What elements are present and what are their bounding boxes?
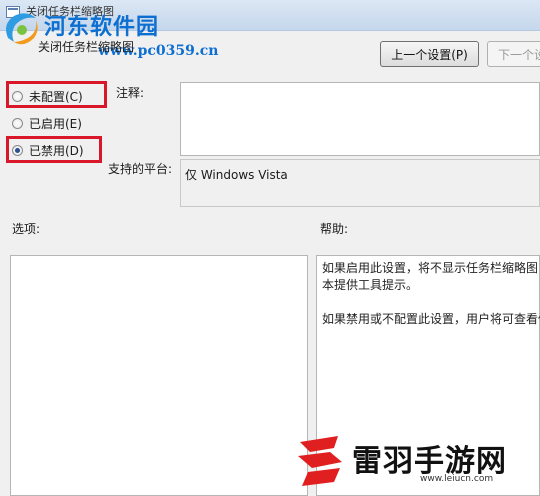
- watermark-title: 河东软件园: [44, 14, 160, 40]
- next-setting-button[interactable]: 下一个设: [487, 41, 540, 67]
- supported-platform-value: 仅 Windows Vista: [185, 168, 288, 182]
- watermark-game-logo-icon: [298, 436, 342, 486]
- previous-setting-button[interactable]: 上一个设置(P): [380, 41, 479, 67]
- enabled-label: 已启用(E): [29, 117, 82, 131]
- option-enabled[interactable]: 已启用(E): [12, 115, 82, 132]
- supported-platform-box: 仅 Windows Vista: [180, 159, 540, 207]
- comment-label: 注释:: [116, 86, 145, 100]
- options-section-label: 选项:: [12, 222, 41, 236]
- highlight-box-disabled: [6, 136, 102, 163]
- supported-platform-label: 支持的平台:: [108, 162, 173, 176]
- help-section-label: 帮助:: [320, 222, 349, 236]
- comment-textarea[interactable]: [180, 82, 540, 156]
- enabled-radio[interactable]: [12, 118, 23, 129]
- watermark-game-url: www.leiucn.com: [420, 474, 494, 484]
- help-line: 如果启用此设置，将不显示任务栏缩略图: [322, 261, 539, 275]
- highlight-box-not-configured: [6, 81, 107, 108]
- options-panel: [10, 255, 308, 496]
- setting-name-header: 关闭任务栏缩略图: [38, 40, 135, 54]
- help-line: 如果禁用或不配置此设置，用户将可查看任: [322, 312, 540, 326]
- help-line: 本提供工具提示。: [322, 278, 419, 292]
- policy-setting-dialog: 关闭任务栏缩略图 河东软件园 www.pc0359.cn 关闭任务栏缩略图 上一…: [0, 0, 540, 496]
